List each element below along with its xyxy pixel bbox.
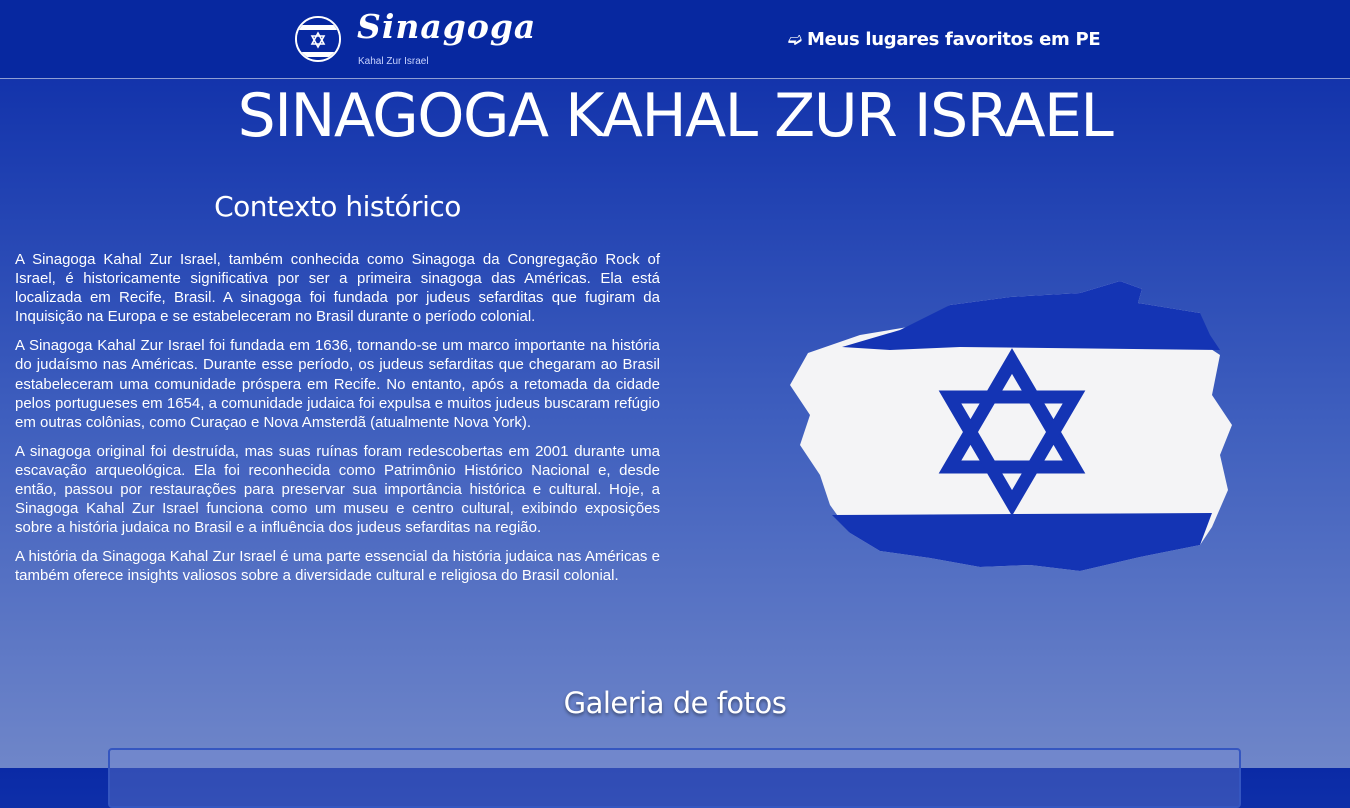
israel-flag-image	[780, 275, 1240, 575]
page-title: SINAGOGA KAHAL ZUR ISRAEL	[237, 81, 1114, 151]
history-paragraph: A história da Sinagoga Kahal Zur Israel …	[15, 548, 660, 585]
history-text: A Sinagoga Kahal Zur Israel, também conh…	[15, 250, 660, 596]
logo-title: Sinagoga	[357, 7, 537, 46]
nav-link-favorite-places[interactable]: ➫ Meus lugares favoritos em PE	[788, 29, 1101, 50]
photo-gallery[interactable]	[108, 748, 1241, 808]
star-of-david-icon	[295, 16, 341, 62]
nav-link-label: Meus lugares favoritos em PE	[806, 29, 1101, 50]
gallery-heading: Galeria de fotos	[563, 686, 787, 720]
history-heading: Contexto histórico	[214, 190, 461, 223]
history-paragraph: A Sinagoga Kahal Zur Israel foi fundada …	[15, 337, 660, 431]
history-paragraph: A sinagoga original foi destruída, mas s…	[15, 442, 660, 537]
top-navbar: Sinagoga Kahal Zur Israel ➫ Meus lugares …	[0, 0, 1350, 79]
logo-subtitle: Kahal Zur Israel	[358, 56, 429, 67]
site-logo[interactable]: Sinagoga Kahal Zur Israel	[295, 10, 535, 70]
arrow-right-icon: ➫	[788, 30, 802, 50]
history-paragraph: A Sinagoga Kahal Zur Israel, também conh…	[15, 251, 660, 326]
